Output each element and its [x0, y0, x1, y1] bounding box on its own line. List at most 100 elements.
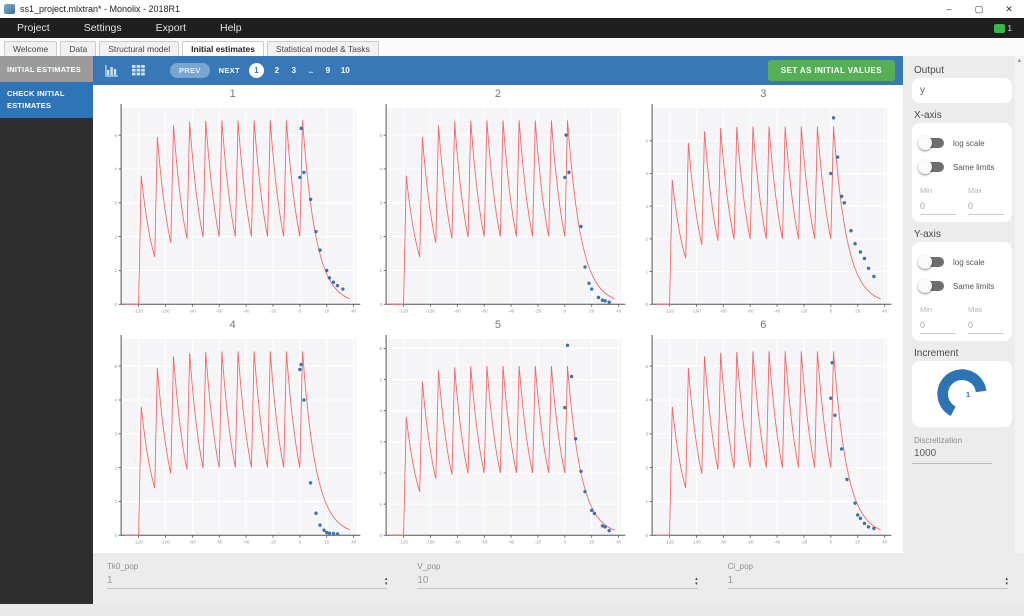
app-icon: [4, 4, 15, 14]
y-min-label: Min: [920, 305, 933, 314]
svg-text:4: 4: [645, 397, 648, 402]
toggle-knob: [918, 255, 932, 269]
pagination: 1 2 3 .. 9 10: [248, 63, 350, 78]
svg-text:4: 4: [645, 171, 648, 176]
svg-text:2: 2: [645, 465, 648, 470]
svg-text:-60: -60: [481, 308, 488, 313]
x-same-limits-row: Same limits: [918, 160, 1004, 174]
page-button-9[interactable]: 9: [324, 66, 332, 75]
param-value-input[interactable]: 10: [417, 575, 695, 586]
svg-text:-20: -20: [270, 308, 277, 313]
y-axis-card: log scale Same limits Min 0 Max 0: [912, 242, 1012, 341]
svg-text:0: 0: [645, 532, 648, 537]
menu-help[interactable]: Help: [203, 18, 259, 38]
svg-text:-80: -80: [720, 308, 727, 313]
page-button-3[interactable]: 3: [290, 66, 298, 75]
svg-text:-40: -40: [243, 539, 250, 544]
svg-text:3: 3: [115, 200, 118, 205]
svg-text:-100: -100: [161, 539, 170, 544]
menu-export[interactable]: Export: [139, 18, 203, 38]
svg-text:3: 3: [645, 431, 648, 436]
maximize-button[interactable]: ▢: [964, 0, 994, 18]
svg-text:-120: -120: [665, 539, 674, 544]
notification-count: 1: [1007, 23, 1012, 33]
page-button-2[interactable]: 2: [273, 66, 281, 75]
sidebar-item-check-initial-estimates[interactable]: CHECK INITIAL ESTIMATES: [0, 82, 93, 118]
sidebar-header: INITIAL ESTIMATES: [0, 56, 93, 82]
param-value-input[interactable]: 1: [728, 575, 1006, 586]
svg-text:5: 5: [115, 133, 118, 138]
sidebar: INITIAL ESTIMATES CHECK INITIAL ESTIMATE…: [0, 56, 93, 604]
y-axis-section-label: Y-axis: [914, 229, 941, 240]
increment-dial[interactable]: 1: [933, 365, 991, 423]
svg-text:-100: -100: [692, 308, 701, 313]
grid-icon[interactable]: [132, 65, 145, 76]
param-stepper[interactable]: ▴ ▾: [695, 577, 698, 586]
tab-initial-estimates[interactable]: Initial estimates: [182, 41, 264, 56]
param-label: Cl_pop: [727, 562, 754, 571]
svg-text:-40: -40: [508, 539, 515, 544]
increment-value: 1: [966, 390, 971, 399]
x-log-scale-toggle[interactable]: [918, 136, 944, 150]
y-min-input[interactable]: 0: [920, 320, 956, 334]
svg-text:0: 0: [380, 302, 383, 307]
svg-text:-100: -100: [692, 539, 701, 544]
page-button-10[interactable]: 10: [341, 66, 350, 75]
svg-text:-60: -60: [216, 308, 223, 313]
param-stepper[interactable]: ▴ ▾: [1005, 577, 1008, 586]
svg-text:40: 40: [882, 539, 887, 544]
svg-text:-80: -80: [720, 539, 727, 544]
x-axis-section-label: X-axis: [914, 110, 942, 121]
x-min-input[interactable]: 0: [920, 201, 956, 215]
svg-text:-20: -20: [535, 539, 542, 544]
subplot-title: 5: [494, 318, 502, 331]
svg-text:2: 2: [645, 237, 648, 242]
svg-text:1: 1: [115, 268, 118, 273]
minimize-button[interactable]: –: [934, 0, 964, 18]
output-value[interactable]: y: [920, 85, 1004, 96]
svg-text:-100: -100: [426, 308, 435, 313]
tab-welcome[interactable]: Welcome: [4, 41, 58, 56]
notification-area[interactable]: 1: [993, 23, 1012, 33]
svg-text:4: 4: [115, 397, 118, 402]
parameter-strip: Tk0_pop 1 ▴ ▾ V_pop 10 ▴ ▾ Cl_pop 1 ▴ ▾: [93, 553, 1024, 604]
y-max-input[interactable]: 0: [968, 320, 1004, 334]
panel-scrollbar[interactable]: ▲: [1015, 56, 1024, 553]
svg-text:2: 2: [380, 234, 383, 239]
svg-text:-120: -120: [399, 539, 408, 544]
param-stepper[interactable]: ▴ ▾: [385, 577, 388, 586]
y-minmax: Min 0 Max 0: [920, 305, 1004, 334]
bar-chart-icon[interactable]: [105, 64, 119, 77]
charts-grid: 1 -120 -100 -80 -60 -40 -20 0 20 40 0 1 2 3 4 5 2 -120…: [93, 85, 903, 553]
svg-text:3: 3: [380, 200, 383, 205]
set-as-initial-values-button[interactable]: SET AS INITIAL VALUES: [767, 60, 895, 81]
increment-card: 1: [912, 361, 1012, 427]
next-button[interactable]: NEXT: [219, 66, 240, 75]
subplot-plot-1: -120 -100 -80 -60 -40 -20 0 20 40 0 1 2 3 4 5: [115, 104, 361, 313]
y-log-scale-toggle[interactable]: [918, 255, 944, 269]
svg-text:5: 5: [380, 377, 383, 382]
scroll-up-icon[interactable]: ▲: [1017, 56, 1023, 553]
menu-settings[interactable]: Settings: [67, 18, 139, 38]
svg-text:-40: -40: [773, 308, 780, 313]
y-same-limits-toggle[interactable]: [918, 279, 944, 293]
svg-text:-20: -20: [800, 308, 807, 313]
tab-data[interactable]: Data: [60, 41, 97, 56]
x-same-limits-toggle[interactable]: [918, 160, 944, 174]
discretization-label: Discretization: [914, 436, 963, 445]
page-button-1[interactable]: 1: [248, 63, 264, 78]
menu-project[interactable]: Project: [0, 18, 67, 38]
window-title: ss1_project.mlxtran* - Monolix - 2018R1: [20, 4, 181, 14]
tab-structural-model[interactable]: Structural model: [99, 41, 180, 56]
x-max-input[interactable]: 0: [968, 201, 1004, 215]
menu-bar: Project Settings Export Help 1: [0, 18, 1024, 38]
param-value-input[interactable]: 1: [107, 575, 385, 586]
tab-statistical-model-tasks[interactable]: Statistical model & Tasks: [266, 41, 379, 56]
svg-text:1: 1: [645, 499, 648, 504]
svg-text:-80: -80: [454, 539, 461, 544]
svg-text:40: 40: [882, 308, 887, 313]
svg-text:5: 5: [115, 363, 118, 368]
discretization-input[interactable]: 1000: [912, 446, 992, 464]
close-button[interactable]: ✕: [994, 0, 1024, 18]
prev-button[interactable]: PREV: [170, 63, 210, 78]
